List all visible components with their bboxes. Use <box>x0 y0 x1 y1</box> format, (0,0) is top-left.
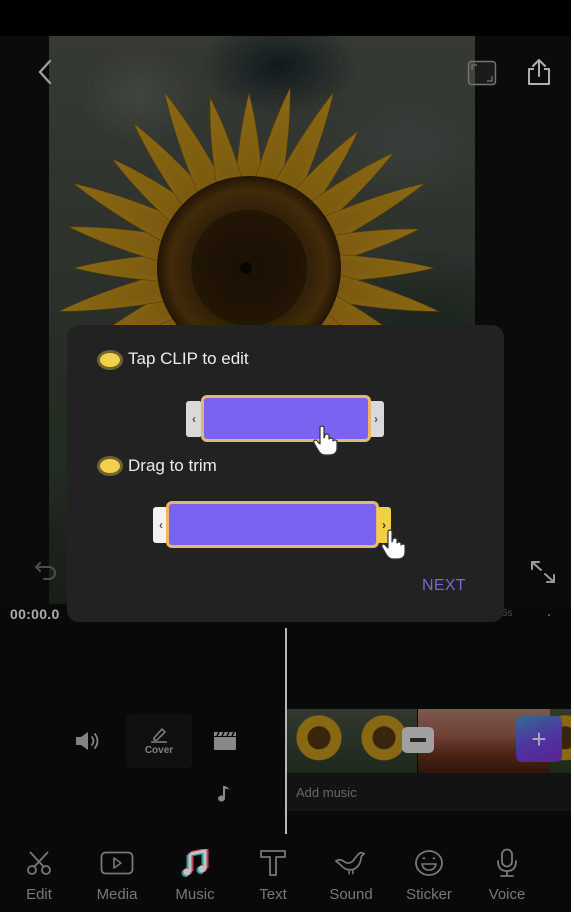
tap-hand-icon <box>313 425 338 456</box>
media-play-icon <box>100 851 134 875</box>
demo-clip <box>166 501 379 548</box>
demo-clip <box>201 395 371 442</box>
text-icon <box>260 850 286 876</box>
undo-icon <box>34 562 56 580</box>
sticker-face-icon <box>415 850 443 876</box>
nav-edit[interactable]: Edit <box>0 840 78 912</box>
nav-label: Sound <box>329 886 373 903</box>
bullet-icon <box>100 353 120 367</box>
chevron-left-icon <box>38 59 52 85</box>
share-icon <box>528 59 550 85</box>
drag-hand-icon <box>381 529 406 560</box>
music-icon <box>181 849 209 877</box>
microphone-icon <box>497 848 517 877</box>
undo-button[interactable] <box>32 557 60 583</box>
pencil-icon <box>151 727 167 743</box>
tutorial-dialog: Tap CLIP to edit ‹ › Drag to trim ‹ › NE… <box>67 325 504 622</box>
music-track-button[interactable] <box>214 782 236 804</box>
time-marker-dot <box>548 614 550 616</box>
status-bar <box>0 0 571 36</box>
nav-sticker[interactable]: Sticker <box>390 840 468 912</box>
transition-button[interactable] <box>402 727 434 753</box>
share-button[interactable] <box>522 55 556 89</box>
track-tools: Cover <box>0 700 285 840</box>
add-music-track[interactable]: Add music <box>287 773 571 811</box>
nav-label: Voice <box>488 886 526 903</box>
playhead[interactable] <box>285 628 287 834</box>
clapperboard-button[interactable] <box>212 730 238 752</box>
music-note-icon <box>218 786 230 802</box>
nav-text[interactable]: Text <box>234 840 312 912</box>
cover-label: Cover <box>144 744 174 756</box>
next-button[interactable]: NEXT <box>422 577 466 595</box>
scissors-icon <box>27 851 51 875</box>
aspect-ratio-icon <box>467 60 497 86</box>
aspect-ratio-button[interactable] <box>464 58 500 88</box>
nav-label: Media <box>96 886 138 903</box>
minus-icon <box>410 738 426 742</box>
add-clip-button[interactable]: + <box>516 716 562 762</box>
clip-thumbnail[interactable] <box>287 709 351 773</box>
cover-button[interactable]: Cover <box>126 714 192 768</box>
nav-label: Text <box>259 886 287 903</box>
nav-music[interactable]: Music <box>156 840 234 912</box>
clapperboard-icon <box>214 731 236 750</box>
nav-voice[interactable]: Voice <box>468 840 546 912</box>
volume-button[interactable] <box>72 728 104 754</box>
drag-trim-demo: ‹ › <box>153 501 413 563</box>
volume-icon <box>76 732 99 750</box>
nav-media[interactable]: Media <box>78 840 156 912</box>
current-time: 00:00.0 <box>10 606 60 622</box>
tip-drag-trim: Drag to trim <box>128 456 217 475</box>
tap-clip-demo: ‹ › <box>186 395 386 456</box>
nav-label: Edit <box>26 886 52 903</box>
add-music-label: Add music <box>296 785 357 800</box>
fullscreen-button[interactable] <box>528 558 558 586</box>
bird-icon <box>335 851 366 875</box>
nav-label: Music <box>175 886 215 903</box>
left-trim-handle: ‹ <box>186 401 202 437</box>
tip-tap-clip: Tap CLIP to edit <box>128 349 249 368</box>
bottom-toolbar: Edit Media Music Text Sound Sticker Voic… <box>0 840 571 912</box>
back-button[interactable] <box>30 55 60 89</box>
video-editor-screen: 00:00.0 5s Cover + Add music Edit Media … <box>0 0 571 912</box>
nav-sound[interactable]: Sound <box>312 840 390 912</box>
bullet-icon <box>100 459 120 473</box>
nav-label: Sticker <box>406 886 452 903</box>
expand-icon <box>531 561 555 583</box>
